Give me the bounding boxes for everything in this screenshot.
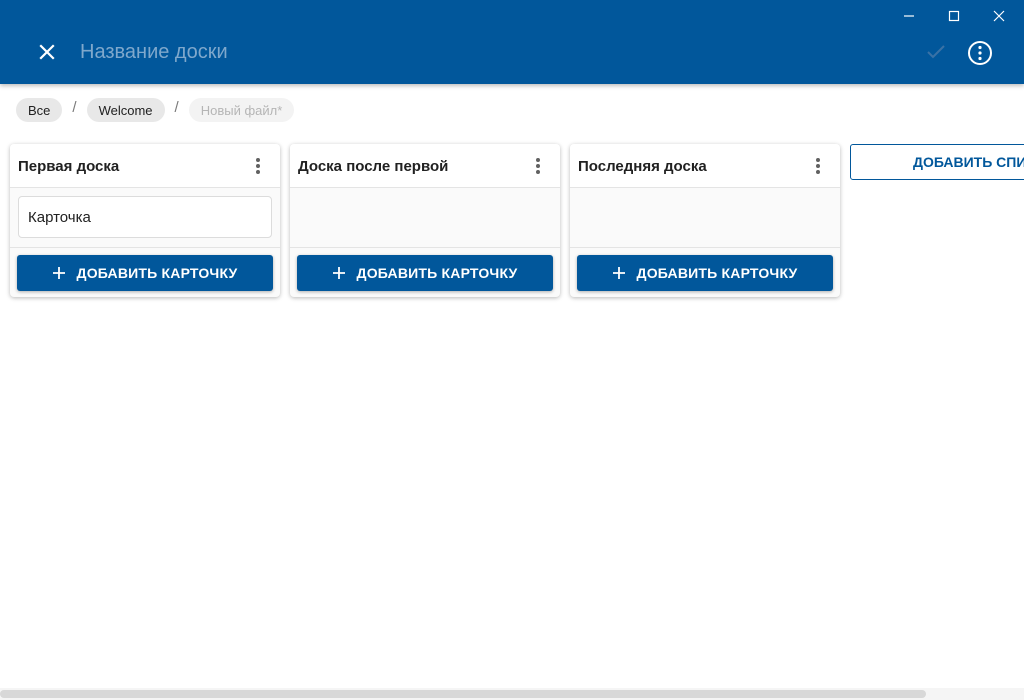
check-icon [927, 45, 945, 59]
board-column: Доска после первой ДОБАВИТЬ КАРТОЧКУ [290, 144, 560, 297]
scrollbar-thumb[interactable] [0, 690, 926, 698]
close-board-button[interactable] [29, 34, 65, 70]
minimize-icon [904, 15, 914, 17]
breadcrumb: Все / Welcome / Новый файл* [16, 98, 295, 122]
board-cards: Карточка [10, 188, 280, 247]
card[interactable]: Карточка [18, 196, 272, 238]
breadcrumb-separator: / [72, 98, 77, 116]
breadcrumb-separator: / [174, 98, 179, 116]
breadcrumb-item-welcome[interactable]: Welcome [86, 98, 165, 122]
breadcrumb-item-label: Новый файл* [200, 102, 283, 118]
add-card-label: ДОБАВИТЬ КАРТОЧКУ [636, 265, 798, 281]
window-maximize-button[interactable] [941, 3, 967, 29]
plus-icon [612, 267, 625, 279]
add-card-button[interactable]: ДОБАВИТЬ КАРТОЧКУ [17, 255, 273, 291]
window-close-button[interactable] [986, 3, 1012, 29]
board-header: Последняя доска [570, 144, 840, 188]
breadcrumb-item-current: Новый файл* [188, 98, 295, 122]
board-menu-button[interactable] [806, 155, 830, 177]
plus-icon [52, 267, 65, 279]
board-header: Доска после первой [290, 144, 560, 188]
close-icon [993, 10, 1005, 22]
add-card-label: ДОБАВИТЬ КАРТОЧКУ [76, 265, 238, 281]
add-card-button[interactable]: ДОБАВИТЬ КАРТОЧКУ [577, 255, 833, 291]
confirm-button[interactable] [922, 38, 950, 66]
more-vertical-icon [536, 158, 540, 174]
board-cards [290, 188, 560, 247]
board-title: Первая доска [18, 158, 120, 175]
board-title: Доска после первой [298, 158, 449, 175]
board-column: Последняя доска ДОБАВИТЬ КАРТОЧКУ [570, 144, 840, 297]
add-card-label: ДОБАВИТЬ КАРТОЧКУ [356, 265, 518, 281]
more-vertical-circle-icon [968, 41, 992, 65]
more-options-button[interactable] [965, 38, 995, 68]
board-footer: ДОБАВИТЬ КАРТОЧКУ [10, 247, 280, 297]
more-vertical-icon [816, 158, 820, 174]
maximize-icon [948, 10, 960, 22]
board-footer: ДОБАВИТЬ КАРТОЧКУ [290, 247, 560, 297]
close-icon [39, 44, 55, 60]
board-menu-button[interactable] [526, 155, 550, 177]
breadcrumb-item-label: Welcome [98, 102, 153, 118]
breadcrumb-item-label: Все [28, 102, 51, 118]
add-list-label: ДОБАВИТЬ СПИСОК [913, 154, 1024, 170]
breadcrumb-item-all[interactable]: Все [16, 98, 63, 122]
board-header: Первая доска [10, 144, 280, 188]
board-menu-button[interactable] [246, 155, 270, 177]
board-footer: ДОБАВИТЬ КАРТОЧКУ [570, 247, 840, 297]
board-title: Последняя доска [578, 158, 707, 175]
plus-icon [332, 267, 345, 279]
add-list-button[interactable]: ДОБАВИТЬ СПИСОК [850, 144, 1024, 180]
app-bar [0, 0, 1024, 84]
more-vertical-icon [256, 158, 260, 174]
board-title-input[interactable] [80, 38, 680, 66]
add-card-button[interactable]: ДОБАВИТЬ КАРТОЧКУ [297, 255, 553, 291]
window-minimize-button[interactable] [896, 3, 922, 29]
board-cards [570, 188, 840, 247]
board-column: Первая доска Карточка ДОБАВИТЬ КАРТОЧКУ [10, 144, 280, 297]
horizontal-scrollbar[interactable] [0, 688, 1024, 700]
